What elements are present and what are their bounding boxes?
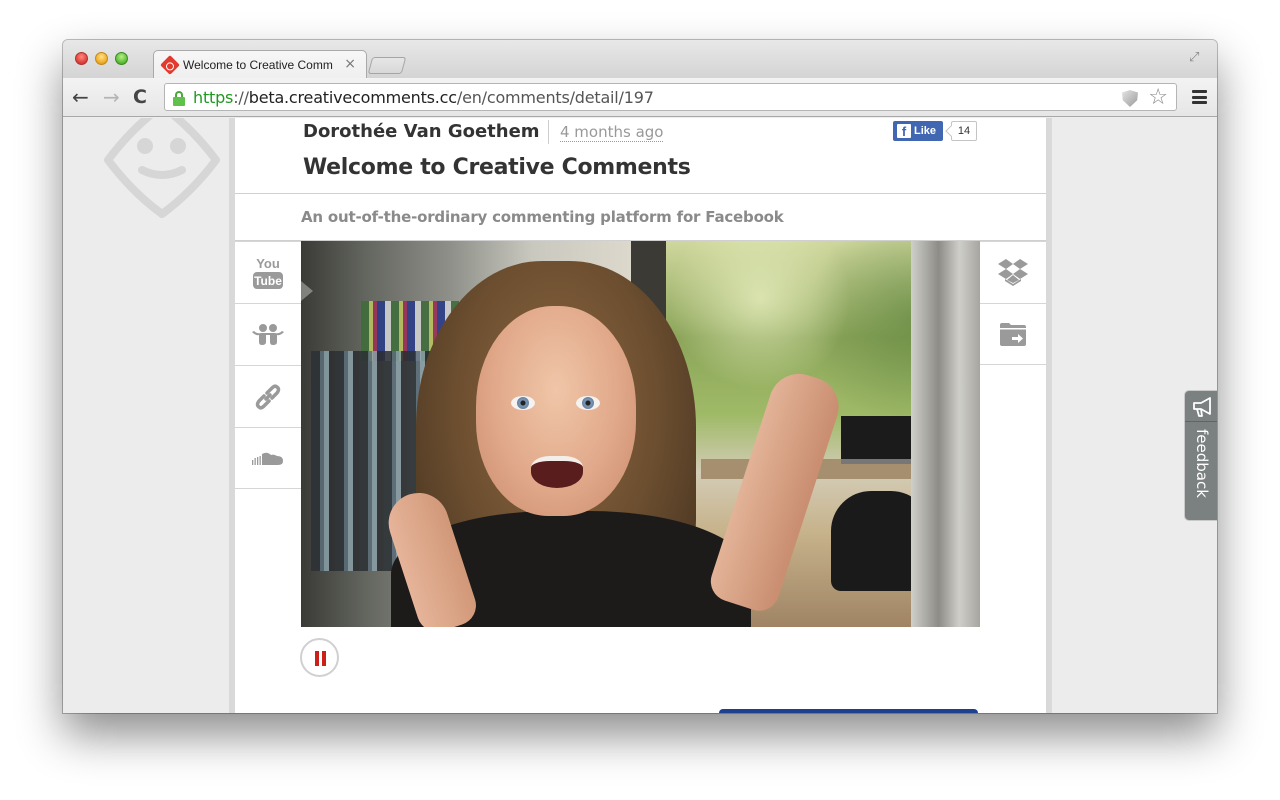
slideshare-source-button[interactable] [235,303,301,365]
facebook-icon: f [897,124,911,139]
minimize-window-button[interactable] [95,52,108,65]
browser-window: Welcome to Creative Comments × ⤢ ← → C h… [63,40,1217,713]
url-separator: :// [233,88,249,107]
pause-button[interactable] [300,638,339,677]
soundcloud-source-button[interactable] [235,427,301,489]
browser-tab[interactable]: Welcome to Creative Comments × [153,50,367,78]
facebook-like-label: Like [914,125,937,137]
comment-title: Welcome to Creative Comments [303,155,691,180]
feedback-label: feedback [1193,429,1211,498]
megaphone-icon [1193,397,1211,417]
feedback-tab[interactable]: feedback [1184,390,1217,521]
youtube-icon-bottom: Tube [254,274,282,288]
youtube-source-button[interactable]: You Tube [235,241,301,303]
header-divider [548,120,549,144]
smiley-mascot-icon [104,118,220,218]
comment-timestamp[interactable]: 4 months ago [560,124,664,142]
browser-toolbar: ← → C https://beta.creativecomments.cc/e… [63,78,1217,117]
comment-subtitle: An out-of-the-ordinary commenting platfo… [301,208,784,226]
shield-icon[interactable] [1122,90,1138,107]
lock-icon [173,91,185,106]
url-path: /en/comments/detail/197 [456,88,654,107]
slideshare-icon [252,323,284,345]
facebook-like-count: 14 [951,121,977,141]
tab-title: Welcome to Creative Comments [183,58,333,72]
maximize-window-button[interactable] [115,52,128,65]
page-viewport: Dorothée Van Goethem 4 months ago f Like… [63,118,1217,713]
youtube-icon-top: You [256,256,280,271]
video-player[interactable] [301,241,980,627]
close-window-button[interactable] [75,52,88,65]
content-right-edge [1046,118,1052,713]
comment-detail: Dorothée Van Goethem 4 months ago f Like… [235,118,1046,713]
back-arrow-icon[interactable]: ← [72,85,89,109]
tab-close-icon[interactable]: × [344,56,356,72]
link-source-button[interactable] [235,365,301,427]
fullscreen-icon[interactable]: ⤢ [1189,50,1205,66]
divider [235,193,1046,194]
file-upload-source-button[interactable] [980,303,1046,365]
bookmark-star-icon[interactable]: ☆ [1148,85,1168,110]
address-bar[interactable]: https://beta.creativecomments.cc/en/comm… [164,83,1177,111]
video-overlay-arrow-icon [301,281,313,301]
soundcloud-icon [252,452,283,465]
creative-comments-favicon-icon [160,55,180,75]
dropbox-source-button[interactable] [980,241,1046,303]
url-host: beta.creativecomments.cc [248,88,457,107]
reload-icon[interactable]: C [133,85,147,109]
facebook-like-button[interactable]: f Like [893,121,943,141]
folder-upload-icon [1000,323,1026,346]
author-name[interactable]: Dorothée Van Goethem [303,121,540,142]
media-source-list-left: You Tube [235,241,301,489]
link-icon [255,383,281,410]
new-tab-button[interactable] [367,57,407,74]
title-bar: Welcome to Creative Comments × ⤢ [63,40,1217,78]
hamburger-menu-icon[interactable] [1192,90,1207,104]
video-subject [476,306,636,516]
youtube-icon: You Tube [253,256,283,289]
primary-action-button[interactable] [719,709,978,713]
forward-arrow-icon[interactable]: → [103,85,120,109]
url-text[interactable]: https://beta.creativecomments.cc/en/comm… [193,88,654,107]
url-scheme: https [193,88,234,107]
media-source-list-right [980,241,1046,365]
dropbox-icon [998,258,1028,286]
